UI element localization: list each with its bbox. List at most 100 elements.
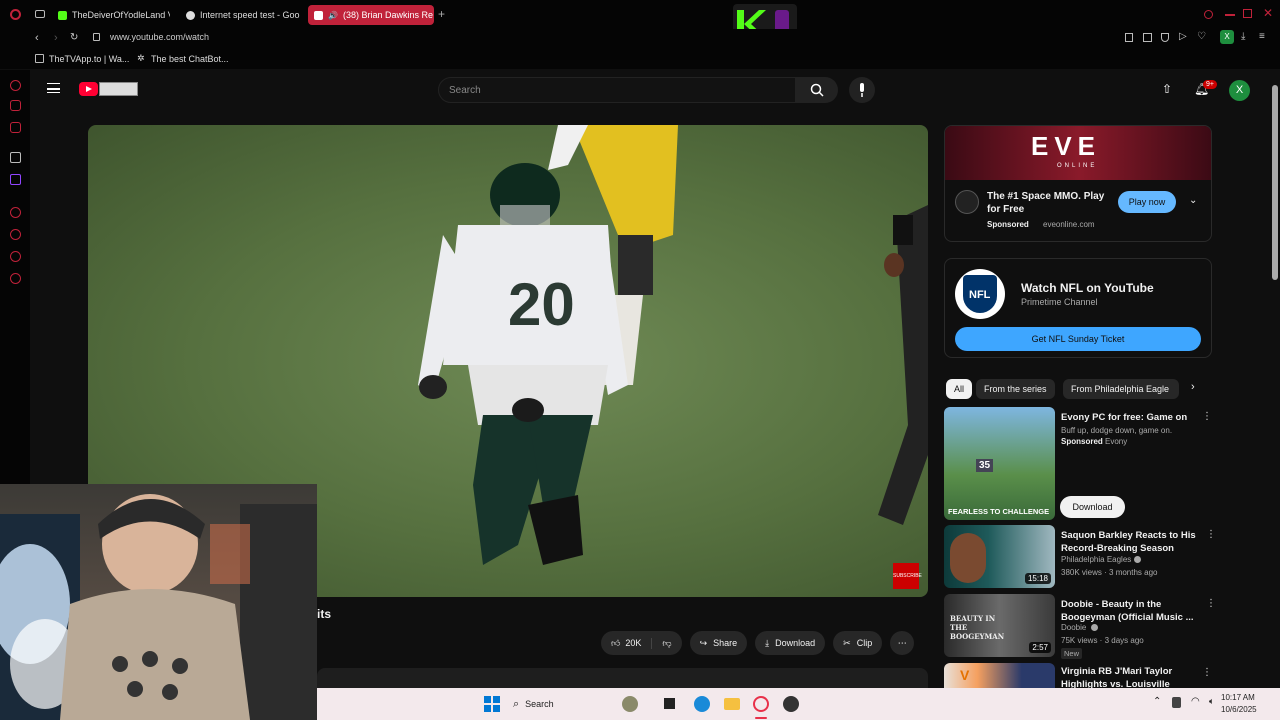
download-button[interactable]: ⤓ Download (755, 631, 826, 655)
sidebar-history-icon[interactable] (10, 229, 21, 240)
download-icon: ⤓ (765, 637, 770, 648)
url-field[interactable]: www.youtube.com/watch (110, 32, 209, 42)
video-actions: 👍︎ 20K 👎︎ ↪ Share ⤓ Download ✂ Clip ⋯ (601, 631, 915, 655)
tab-youtube[interactable]: 🔊 (38) Brian Dawkins Re (308, 5, 434, 25)
download-icon[interactable]: ⤓ (1241, 31, 1245, 42)
nfl-sunday-ticket-button[interactable]: Get NFL Sunday Ticket (955, 327, 1201, 351)
close-window-icon[interactable]: ✕ (1263, 6, 1273, 20)
sidebar-play-icon[interactable] (10, 207, 21, 218)
play-now-button[interactable]: Play now (1118, 191, 1176, 213)
search-icon: ⌕ (513, 697, 520, 710)
profile-avatar[interactable]: X (1220, 30, 1234, 44)
sidebar-chat-icon[interactable] (10, 122, 21, 133)
search-button[interactable] (796, 77, 838, 103)
chip-all[interactable]: All (946, 379, 973, 399)
shield-icon[interactable] (1161, 33, 1169, 42)
new-tab-button[interactable]: + (438, 7, 445, 21)
reload-icon[interactable]: ↻ (70, 32, 78, 43)
tray-app-icon[interactable] (1172, 697, 1181, 708)
list-item[interactable]: 15:18 Saquon Barkley Reacts to His Recor… (944, 525, 1224, 588)
voice-search-button[interactable] (849, 77, 875, 103)
share-icon: ↪ (699, 637, 708, 648)
sidebar-player-icon[interactable] (10, 152, 21, 163)
description-box[interactable] (317, 668, 928, 688)
search-input[interactable]: Search (438, 77, 796, 103)
windows-start-icon[interactable] (484, 696, 500, 712)
tab-kick[interactable]: TheDeiverOfYodleLand V (52, 5, 170, 25)
nfl-card[interactable]: NFL Watch NFL on YouTube Primetime Chann… (944, 258, 1212, 358)
heart-icon[interactable]: ♡ (1197, 31, 1206, 42)
dislike-button[interactable]: 👎︎ (652, 638, 681, 649)
more-options-icon[interactable]: ⋮ (1202, 411, 1212, 422)
list-item[interactable]: BEAUTY IN THE BOOGEYMAN 2:57 Doobie - Be… (944, 594, 1224, 659)
file-explorer-icon[interactable] (724, 698, 740, 710)
wifi-icon[interactable]: ◠ (1191, 696, 1200, 707)
chip-philadelphia-eagles[interactable]: From Philadelphia Eagle (1063, 379, 1179, 399)
ad-download-button[interactable]: Download (1060, 496, 1125, 518)
ad-avatar (955, 190, 979, 214)
lock-icon (93, 33, 100, 41)
tab-speed-test[interactable]: Internet speed test - Goo (180, 5, 300, 25)
back-icon[interactable]: ‹ (35, 32, 39, 44)
sidebar-settings-icon[interactable] (10, 273, 21, 284)
sidebar-messenger-icon[interactable] (10, 100, 21, 111)
clip-button[interactable]: ✂ Clip (833, 631, 883, 655)
search-tabs-icon[interactable] (1204, 10, 1213, 19)
upload-icon[interactable]: ⇧ (1162, 82, 1172, 96)
bookmark-chatbot[interactable]: The best ChatBot... (151, 54, 229, 64)
maximize-icon[interactable] (1243, 9, 1252, 18)
edge-icon[interactable] (694, 696, 710, 712)
hamburger-mid-line (47, 88, 60, 90)
task-view-icon[interactable] (664, 698, 675, 709)
forward-icon[interactable]: › (54, 32, 58, 44)
recommendation-thumbnail: BEAUTY IN THE BOOGEYMAN 2:57 (944, 594, 1055, 657)
youtube-logo[interactable] (79, 82, 138, 96)
recommendation-title: Evony PC for free: Game on (1061, 412, 1188, 423)
notification-count-badge: 9+ (1203, 80, 1217, 89)
opera-gx-icon[interactable] (753, 696, 769, 712)
bookmark-tvapp[interactable]: TheTVApp.to | Wa... (49, 54, 129, 64)
play-icon[interactable]: ▷ (1179, 31, 1187, 42)
ad-sponsored-label: Sponsored (987, 220, 1029, 229)
more-actions-button[interactable]: ⋯ (890, 631, 915, 655)
minimize-icon[interactable] (1225, 14, 1235, 16)
sidebar-aria-icon[interactable] (10, 80, 21, 91)
search-placeholder: Search (449, 85, 481, 96)
share-button[interactable]: ↪ Share (689, 631, 748, 655)
sidebar-twitch-icon[interactable] (10, 174, 21, 185)
logo-redacted-box (99, 82, 138, 96)
recommendation-channel: Doobie (1061, 623, 1087, 632)
tab-icon[interactable] (1143, 33, 1152, 42)
tab-label: TheDeiverOfYodleLand V (72, 10, 170, 20)
subscribe-watermark[interactable]: SUBSCRIBE (893, 563, 922, 589)
chip-from-series[interactable]: From the series (976, 379, 1055, 399)
speaker-icon[interactable]: 🔈︎ (1209, 696, 1214, 707)
thumbs-down-icon: 👎︎ (662, 637, 672, 648)
opera-menu-icon[interactable] (10, 9, 21, 20)
account-avatar[interactable]: X (1229, 80, 1250, 101)
more-options-icon[interactable]: ⋮ (1202, 667, 1212, 678)
more-options-icon[interactable]: ⋮ (1206, 598, 1216, 609)
page-scrollbar[interactable] (1272, 85, 1278, 280)
list-item[interactable]: V Virginia RB J'Mari Taylor Highlights v… (944, 663, 1224, 688)
chevron-down-icon[interactable]: ⌄ (1189, 195, 1197, 206)
tab-manager-icon[interactable] (35, 10, 45, 18)
taskbar-date[interactable]: 10/6/2025 (1221, 705, 1257, 714)
openai-icon: ✲ (137, 53, 145, 63)
ad-card[interactable]: EVE ONLINE The #1 Space MMO. Play for Fr… (944, 125, 1212, 242)
menu-icon[interactable]: ≡ (1259, 31, 1265, 42)
list-item[interactable]: 35 FEARLESS TO CHALLENGE Evony PC for fr… (944, 407, 1224, 520)
tray-chevron-up-icon[interactable]: ⌃ (1153, 696, 1161, 707)
ad-title: The #1 Space MMO. Play for Free (987, 191, 1105, 215)
more-options-icon[interactable]: ⋮ (1206, 529, 1216, 540)
app-icon[interactable] (783, 696, 799, 712)
taskbar-time[interactable]: 10:17 AM (1221, 693, 1255, 702)
verified-icon (1091, 624, 1098, 631)
sidebar-extensions-icon[interactable] (10, 251, 21, 262)
verified-icon (1134, 556, 1141, 563)
like-button[interactable]: 👍︎ 20K (601, 637, 653, 649)
widgets-icon[interactable] (622, 696, 638, 712)
more-icon: ⋯ (897, 637, 907, 648)
snapshot-icon[interactable] (1125, 33, 1133, 42)
chips-next-icon[interactable]: › (1191, 381, 1195, 393)
